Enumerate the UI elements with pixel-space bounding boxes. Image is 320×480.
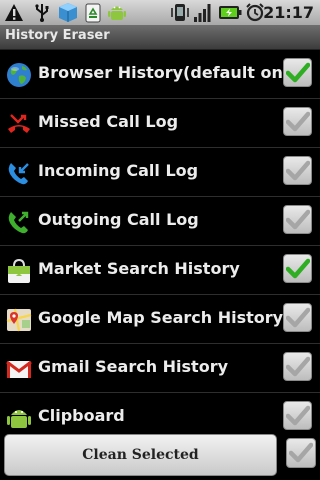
list-item-market-search-history[interactable]: Market Search History [0,246,320,295]
android-icon [108,6,126,20]
clean-selected-button[interactable]: Clean Selected [4,434,277,476]
checkmark-icon [286,111,310,132]
item-label: Incoming Call Log [38,161,199,180]
battery-charging-icon [219,6,242,19]
globe-icon [7,63,31,87]
signal-icon [194,4,211,22]
checkmark-icon [286,160,310,181]
checkmark-icon [286,356,310,377]
recycle-icon [85,3,101,23]
item-label: Outgoing Call Log [38,210,199,229]
checkmark-icon [286,258,310,279]
item-checkbox[interactable] [283,205,312,234]
item-label: Clipboard [38,406,125,425]
list-item-browser-history[interactable]: Browser History(default only) [0,50,320,99]
map-icon [6,308,32,332]
list-item-outgoing-call-log[interactable]: Outgoing Call Log [0,197,320,246]
history-list[interactable]: Browser History(default only) Missed Cal… [0,50,320,430]
item-checkbox[interactable] [283,156,312,185]
android-clipboard-icon [7,410,31,428]
item-label: Gmail Search History [38,357,229,376]
warning-icon [5,4,23,21]
clock: 21:17 [263,3,314,22]
gmail-icon [6,360,32,378]
incoming-call-icon [8,163,29,185]
status-bar: 21:17 [0,0,320,25]
list-item-incoming-call-log[interactable]: Incoming Call Log [0,148,320,197]
item-checkbox[interactable] [283,254,312,283]
checkmark-icon [286,209,310,230]
item-checkbox[interactable] [283,107,312,136]
item-checkbox[interactable] [283,303,312,332]
item-checkbox[interactable] [283,58,312,87]
action-bar: Clean Selected [0,430,320,480]
box-icon [59,3,77,22]
list-item-google-map-search-history[interactable]: Google Map Search History [0,295,320,344]
item-checkbox[interactable] [283,352,312,381]
list-item-clipboard[interactable]: Clipboard [0,393,320,430]
usb-icon [35,4,49,22]
item-label: Market Search History [38,259,240,278]
phone-vibrate-icon [171,4,189,21]
checkmark-icon [286,62,310,83]
select-all-checkbox[interactable] [286,438,316,468]
missed-call-icon [8,114,30,133]
market-bag-icon [8,258,30,283]
title-bar: History Eraser [0,25,320,50]
checkmark-icon [289,442,313,463]
list-item-missed-call-log[interactable]: Missed Call Log [0,99,320,148]
checkmark-icon [286,307,310,328]
item-checkbox[interactable] [283,401,312,430]
checkmark-icon [286,405,310,426]
list-item-gmail-search-history[interactable]: Gmail Search History [0,344,320,393]
alarm-clock-icon [246,3,264,22]
item-label: Google Map Search History [38,308,284,327]
app-title: History Eraser [5,28,110,43]
item-label: Missed Call Log [38,112,179,131]
item-label: Browser History(default only) [38,63,307,82]
outgoing-call-icon [8,211,29,234]
